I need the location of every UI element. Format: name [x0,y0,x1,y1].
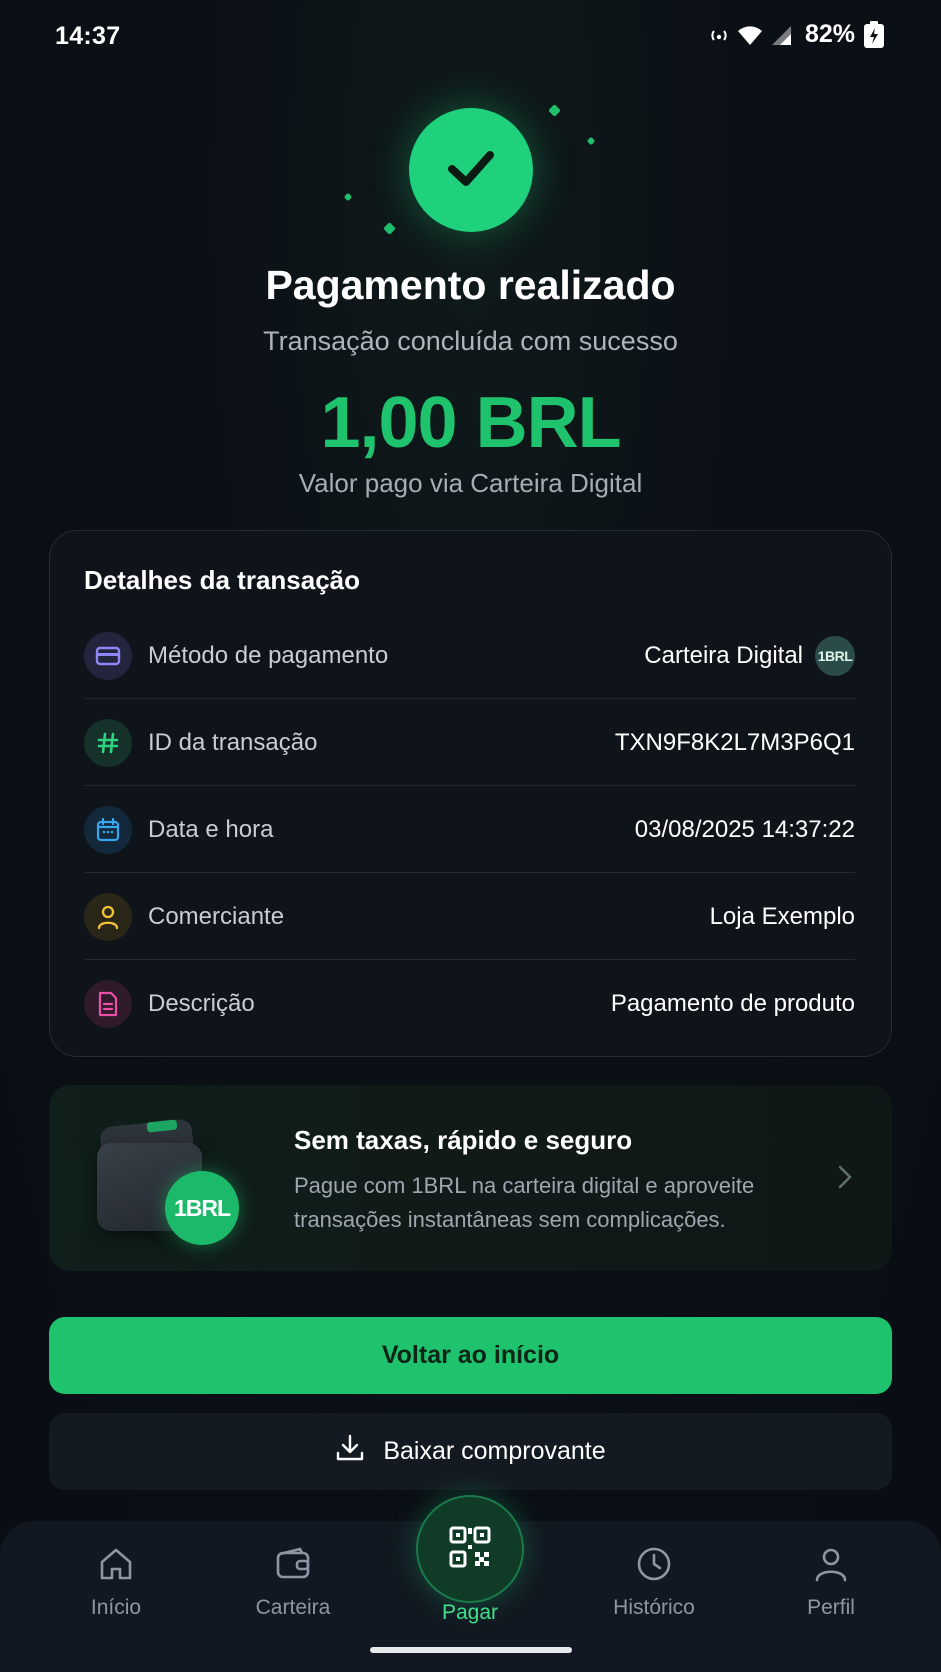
detail-label: ID da transação [148,728,318,756]
qr-code-icon [448,1525,492,1574]
nav-label-pay: Pagar [441,1601,499,1624]
download-receipt-label: Baixar comprovante [383,1437,606,1465]
detail-row-transaction-id: ID da transação TXN9F8K2L7M3P6Q1 [84,699,855,786]
detail-row-payment-method: Método de pagamento Carteira Digital 1BR… [84,612,855,699]
detail-value: Loja Exemplo [709,902,855,930]
detail-value: Pagamento de produto [610,989,855,1017]
user-icon [84,892,132,941]
clock-icon [635,1545,673,1588]
home-icon [97,1545,135,1588]
nav-item-wallet[interactable]: Carteira [228,1545,358,1620]
sparkle-decoration [343,192,353,202]
details-title: Detalhes da transação [84,565,361,595]
success-badge [409,108,533,232]
nav-item-history[interactable]: Histórico [589,1545,719,1620]
battery-percent: 82% [804,20,855,48]
detail-row-date-time: Data e hora 03/08/2025 14:37:22 [84,786,855,873]
calendar-icon [84,805,132,854]
download-receipt-button[interactable]: Baixar comprovante [49,1413,892,1490]
brl-logo: 1BRL [815,635,855,676]
gesture-bar[interactable] [370,1647,572,1653]
sparkle-decoration [548,104,561,117]
promo-title: Sem taxas, rápido e seguro [294,1125,633,1155]
download-icon [335,1433,365,1470]
hash-icon [84,718,132,767]
check-icon [440,137,502,204]
nav-label: Início [90,1596,142,1619]
sparkle-decoration [383,222,396,235]
paid-amount: 1,00 BRL [320,383,621,463]
battery-icon [863,20,885,49]
status-bar: 14:37 82% [0,0,941,76]
nav-label: Carteira [255,1596,331,1619]
nav-label: Histórico [613,1596,695,1619]
signal-icon [771,24,793,46]
nav-item-profile[interactable]: Perfil [766,1545,896,1620]
detail-label: Descrição [148,989,255,1017]
amount-caption: Valor pago via Carteira Digital [298,468,643,498]
detail-row-description: Descrição Pagamento de produto [84,960,855,1047]
promo-text: Pague com 1BRL na carteira digital e apr… [294,1173,755,1232]
status-icons: 82% [709,20,885,49]
page-subtitle: Transação concluída com sucesso [263,326,678,356]
document-icon [84,979,132,1028]
nav-label: Perfil [807,1596,855,1619]
card-icon [84,631,132,680]
detail-value: 03/08/2025 14:37:22 [634,815,855,843]
chevron-right-icon[interactable] [836,1163,854,1196]
wallet-illustration: 1BRL [97,1113,247,1248]
detail-row-merchant: Comerciante Loja Exemplo [84,873,855,960]
status-time: 14:37 [55,22,121,50]
nav-item-pay[interactable] [416,1495,524,1603]
profile-icon [812,1545,850,1588]
wifi-icon [737,24,763,46]
nav-item-home[interactable]: Início [51,1545,181,1620]
success-hero [0,96,941,246]
transaction-details-card: Detalhes da transação Método de pagament… [49,530,892,1057]
brl-coin-logo: 1BRL [165,1171,239,1245]
wallet-icon [274,1545,312,1588]
payment-success-screen: 14:37 82% Pagamento realizado Transação … [0,0,941,1672]
detail-value: TXN9F8K2L7M3P6Q1 [614,728,855,756]
detail-label: Data e hora [148,815,274,843]
sparkle-decoration [586,136,596,146]
promo-banner[interactable]: 1BRL Sem taxas, rápido e seguro Pague co… [49,1085,892,1271]
hotspot-icon [709,25,729,45]
detail-label: Comerciante [148,902,285,930]
page-title: Pagamento realizado [265,262,676,308]
back-to-home-button[interactable]: Voltar ao início [49,1317,892,1394]
detail-value: Carteira Digital [644,641,803,669]
detail-label: Método de pagamento [148,641,389,669]
